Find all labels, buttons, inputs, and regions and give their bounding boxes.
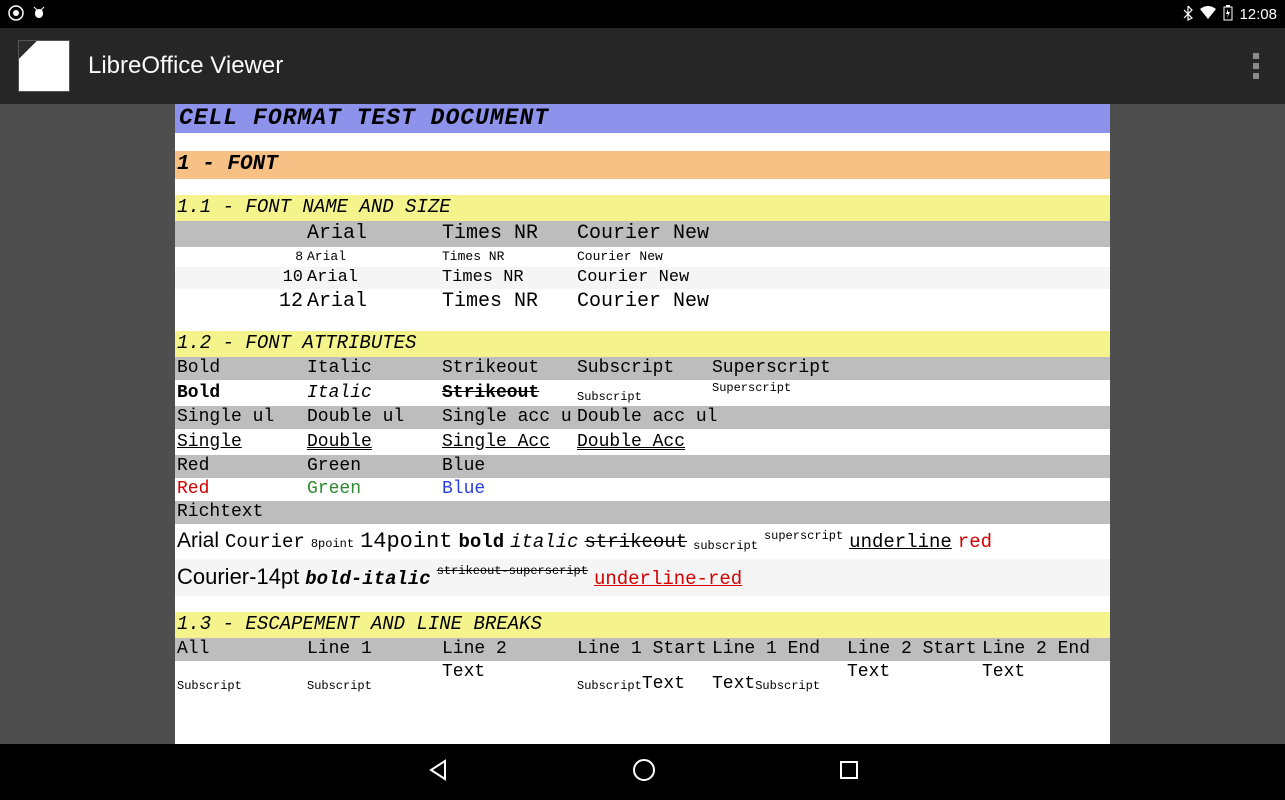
size-10: 10 <box>175 267 305 289</box>
attr-h-sup: Superscript <box>710 357 845 380</box>
wifi-icon <box>1199 6 1217 23</box>
richtext-header: Richtext <box>175 501 1110 524</box>
attr-v-sup: Superscript <box>710 380 845 396</box>
android-status-bar: 12:08 <box>0 0 1285 28</box>
esc-h-l2s: Line 2 Start <box>845 638 980 661</box>
cell-8-times: Times NR <box>440 247 575 267</box>
spreadsheet-document: CELL FORMAT TEST DOCUMENT 1 - FONT 1.1 -… <box>175 104 1110 744</box>
esc-v-l2e: Text <box>980 661 1110 684</box>
section-1-2-header: 1.2 - FONT ATTRIBUTES <box>175 331 1110 357</box>
app-action-bar: LibreOffice Viewer <box>0 28 1285 104</box>
attr-v-bold: Bold <box>175 380 305 406</box>
app-title: LibreOffice Viewer <box>88 52 283 80</box>
cell-12-courier: Courier New <box>575 289 710 315</box>
attr-h-bold: Bold <box>175 357 305 380</box>
bluetooth-icon <box>1183 5 1193 24</box>
col-v-red: Red <box>175 478 305 501</box>
esc-h-l2: Line 2 <box>440 638 575 661</box>
attr-h-sub: Subscript <box>575 357 710 380</box>
section-1-3-header: 1.3 - ESCAPEMENT AND LINE BREAKS <box>175 612 1110 638</box>
ul-v-double: Double <box>305 429 440 455</box>
android-nav-bar <box>0 744 1285 800</box>
size-8: 8 <box>175 247 305 267</box>
font-col-courier: Courier New <box>575 221 710 247</box>
ul-h-single: Single ul <box>175 406 305 429</box>
attr-v-sub: Subscript <box>575 390 710 406</box>
richtext-line-2: Courier-14pt bold-italic strikeout-super… <box>175 559 1110 596</box>
esc-v-l1e: TextSubscript <box>710 673 845 696</box>
cell-8-courier: Courier New <box>575 247 710 267</box>
esc-h-all: All <box>175 638 305 661</box>
esc-h-l1: Line 1 <box>305 638 440 661</box>
cell-12-arial: Arial <box>305 289 440 315</box>
font-col-arial: Arial <box>305 221 440 247</box>
status-clock: 12:08 <box>1239 6 1277 23</box>
recents-button[interactable] <box>837 758 861 787</box>
esc-v-all: Subscript <box>175 679 305 695</box>
ul-h-double: Double ul <box>305 406 440 429</box>
ul-h-double-acc: Double acc ul <box>575 406 845 429</box>
libreoffice-app-icon <box>18 40 70 92</box>
attr-h-italic: Italic <box>305 357 440 380</box>
chrome-icon <box>8 5 24 24</box>
esc-v-l2: Text <box>440 661 575 684</box>
ul-v-single-acc: Single Acc <box>440 429 575 455</box>
doc-title: CELL FORMAT TEST DOCUMENT <box>175 104 1110 133</box>
col-v-blue: Blue <box>440 478 575 501</box>
ul-h-single-acc: Single acc u <box>440 406 575 429</box>
overflow-menu-button[interactable] <box>1245 45 1267 87</box>
col-h-blue: Blue <box>440 455 575 478</box>
cell-12-times: Times NR <box>440 289 575 315</box>
esc-h-l2e: Line 2 End <box>980 638 1110 661</box>
attr-h-strike: Strikeout <box>440 357 575 380</box>
home-button[interactable] <box>631 757 657 788</box>
ul-v-single: Single <box>175 429 305 455</box>
cell-10-courier: Courier New <box>575 267 710 289</box>
cell-10-arial: Arial <box>305 267 440 289</box>
back-button[interactable] <box>425 757 451 788</box>
attr-v-italic: Italic <box>305 380 440 406</box>
esc-v-l1s: SubscriptText <box>575 673 710 696</box>
esc-v-l1: Subscript <box>305 679 440 695</box>
esc-h-l1s: Line 1 Start <box>575 638 710 661</box>
cell-8-arial: Arial <box>305 247 440 267</box>
col-v-green: Green <box>305 478 440 501</box>
col-h-green: Green <box>305 455 440 478</box>
col-h-red: Red <box>175 455 305 478</box>
document-viewer[interactable]: CELL FORMAT TEST DOCUMENT 1 - FONT 1.1 -… <box>0 104 1285 744</box>
section-1-header: 1 - FONT <box>175 151 1110 179</box>
ul-v-double-acc: Double Acc <box>575 429 710 455</box>
size-12: 12 <box>175 289 305 315</box>
esc-v-l2s: Text <box>845 661 980 684</box>
android-debug-icon <box>32 5 46 24</box>
battery-charging-icon <box>1223 5 1233 24</box>
font-col-times: Times NR <box>440 221 575 247</box>
cell-10-times: Times NR <box>440 267 575 289</box>
attr-v-strike: Strikeout <box>440 380 575 406</box>
richtext-line-1: Arial Courier 8point 14point bold italic… <box>175 524 1110 560</box>
esc-h-l1e: Line 1 End <box>710 638 845 661</box>
section-1-1-header: 1.1 - FONT NAME AND SIZE <box>175 195 1110 221</box>
